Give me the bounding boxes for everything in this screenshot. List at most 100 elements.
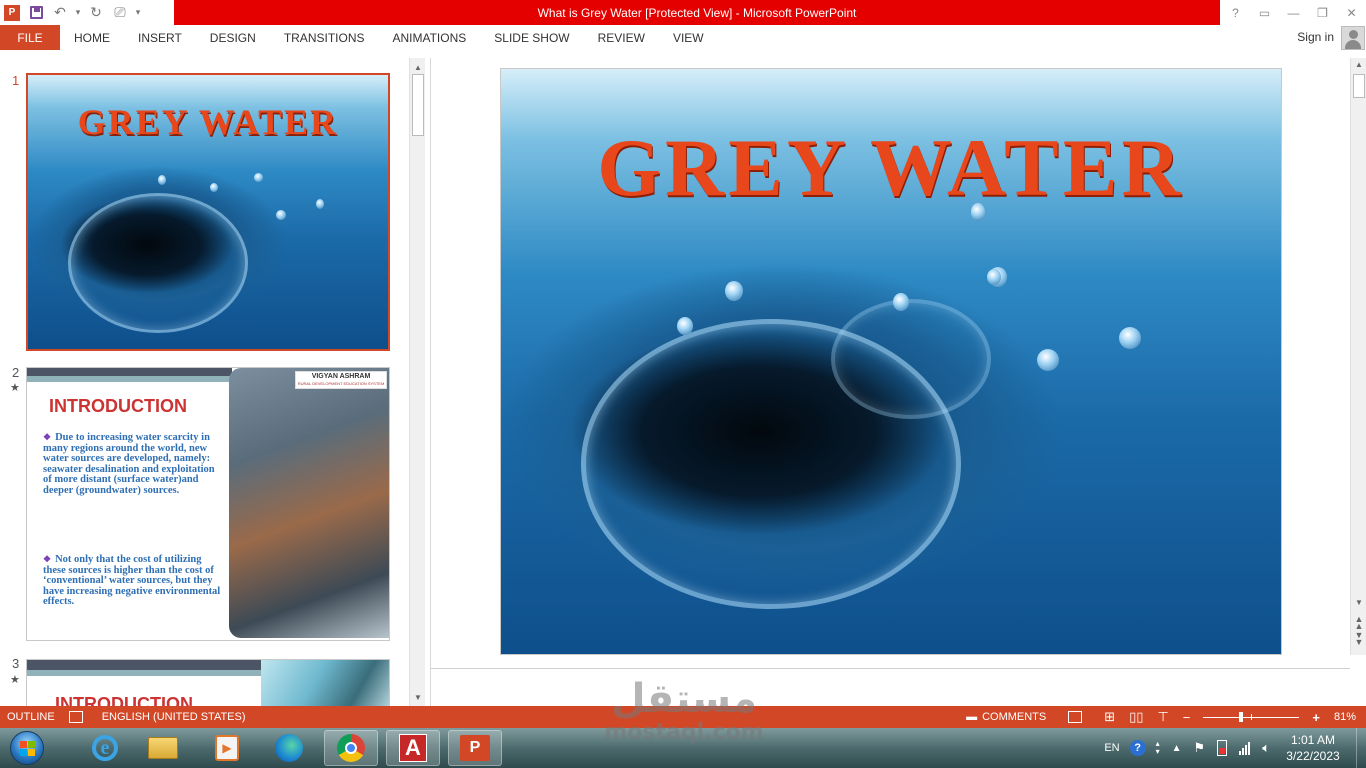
sign-in-link[interactable]: Sign in <box>1297 30 1334 44</box>
tab-slide-show[interactable]: SLIDE SHOW <box>480 25 583 50</box>
header-bar-accent <box>27 376 232 382</box>
network-icon[interactable] <box>1239 741 1251 755</box>
reading-view-icon[interactable]: ▯▯ <box>1122 706 1150 728</box>
scrollbar-thumb[interactable] <box>1353 74 1365 98</box>
slide-title: GREY WATER <box>597 122 1185 213</box>
autocad-icon[interactable]: A <box>386 730 440 766</box>
scroll-down-icon[interactable]: ▼ <box>1351 598 1366 610</box>
status-bar: OUTLINE ENGLISH (UNITED STATES) ▬ COMMENT… <box>0 706 1366 728</box>
slide-sorter-icon[interactable]: ⊞ <box>1097 706 1122 728</box>
tab-home[interactable]: HOME <box>60 25 124 50</box>
outline-view-button[interactable]: OUTLINE <box>0 706 62 728</box>
tab-animations[interactable]: ANIMATIONS <box>378 25 480 50</box>
water-drop <box>1119 327 1141 349</box>
powerpoint-taskbar-icon[interactable]: P <box>448 730 502 766</box>
window-controls: ? ▭ — ❐ ✕ <box>1221 0 1366 25</box>
slide-heading: INTRODUCTION <box>49 396 187 416</box>
save-icon[interactable] <box>24 0 48 25</box>
spelling-check-icon[interactable] <box>62 706 95 728</box>
previous-slide-icon[interactable]: ▲ ▲ <box>1351 615 1366 631</box>
comments-label: COMMENTS <box>982 711 1047 723</box>
next-slide-icon[interactable]: ▼ ▼ <box>1351 631 1366 647</box>
close-icon[interactable]: ✕ <box>1337 0 1366 25</box>
slide-thumbnail-3[interactable]: INTRODUCTION <box>26 659 390 706</box>
scroll-up-icon[interactable]: ▲ <box>1351 60 1366 72</box>
chrome-icon[interactable] <box>324 730 378 766</box>
tab-insert[interactable]: INSERT <box>124 25 196 50</box>
volume-icon[interactable]: 🔈︎ <box>1262 740 1270 756</box>
water-drop <box>893 293 909 311</box>
show-hidden-icons[interactable]: ▲ <box>1172 743 1182 754</box>
system-clock[interactable]: 1:01 AM 3/22/2023 <box>1276 732 1350 764</box>
window-title: What is Grey Water [Protected View] - Mi… <box>174 0 1220 25</box>
slide-thumbnail-2[interactable]: VIGYAN ASHRAM RURAL DEVELOPMENT EDUCATIO… <box>26 367 390 641</box>
comment-icon: ▬ <box>966 711 978 723</box>
start-button[interactable] <box>4 729 50 767</box>
normal-view-icon[interactable] <box>1053 706 1097 728</box>
minimize-icon[interactable]: — <box>1279 0 1308 25</box>
tab-design[interactable]: DESIGN <box>196 25 270 50</box>
battery-icon[interactable] <box>1217 740 1228 756</box>
action-center-flag-icon[interactable]: ⚑ <box>1194 740 1206 756</box>
slide-scrollbar[interactable]: ▲ ▼ ▲ ▲ ▼ ▼ <box>1350 58 1366 655</box>
main-slide[interactable]: GREY WATER <box>500 68 1282 655</box>
help-icon[interactable]: ? <box>1221 0 1250 25</box>
media-player-icon[interactable]: ▶ <box>200 730 254 766</box>
clock-date: 3/22/2023 <box>1286 749 1340 763</box>
ribbon-display-options-icon[interactable]: ▭ <box>1250 0 1279 25</box>
diamond-bullet-icon: ❖ <box>43 432 52 442</box>
undo-dropdown-icon[interactable]: ▾ <box>72 0 84 25</box>
language-indicator[interactable]: ENGLISH (UNITED STATES) <box>95 706 253 728</box>
customize-toolbar-icon[interactable]: ▾ <box>132 0 144 25</box>
animation-star-icon: ★ <box>10 674 20 686</box>
language-bar-options-icon[interactable]: ▴ ▾ <box>1156 740 1160 756</box>
help-tray-icon[interactable]: ? <box>1129 740 1146 756</box>
redo-icon[interactable]: ↻ <box>84 0 108 25</box>
internet-explorer-icon[interactable]: e <box>78 730 132 766</box>
proofing-icon <box>68 711 83 723</box>
water-drop <box>254 173 263 182</box>
zoom-slider[interactable] <box>1203 711 1300 722</box>
zoom-slider-center-tick <box>1251 713 1253 720</box>
zoom-out-button[interactable]: − <box>1176 706 1198 728</box>
tab-review[interactable]: REVIEW <box>584 25 659 50</box>
zoom-slider-thumb[interactable] <box>1239 711 1244 722</box>
water-drop <box>276 210 286 220</box>
scrollbar-thumb[interactable] <box>412 74 424 136</box>
water-drop <box>316 199 324 209</box>
windows-logo-icon <box>10 731 44 765</box>
start-from-beginning-icon[interactable]: ⎚ <box>108 0 132 25</box>
zoom-in-button[interactable]: + <box>1305 706 1327 728</box>
tab-transitions[interactable]: TRANSITIONS <box>270 25 379 50</box>
user-avatar-icon[interactable] <box>1341 26 1365 50</box>
tab-file[interactable]: FILE <box>0 25 60 50</box>
edge-icon[interactable] <box>262 730 316 766</box>
bullet-2: ❖ Not only that the cost of utilizing the… <box>43 554 221 608</box>
system-tray: EN ? ▴ ▾ ▲ ⚑ 🔈︎ 1:01 AM 3/22/2023 <box>1098 728 1366 768</box>
show-desktop-button[interactable] <box>1356 728 1366 768</box>
tab-view[interactable]: VIEW <box>659 25 718 50</box>
maximize-icon[interactable]: ❐ <box>1308 0 1337 25</box>
quick-access-toolbar: P ↶ ▾ ↻ ⎚ ▾ <box>0 0 144 25</box>
normal-view-glyph <box>1068 711 1083 723</box>
scroll-up-icon[interactable]: ▲ <box>410 60 426 74</box>
water-drop <box>210 183 218 192</box>
undo-icon[interactable]: ↶ <box>48 0 72 25</box>
powerpoint-app-icon[interactable]: P <box>0 0 24 25</box>
bullet-1-text: Due to increasing water scarcity in many… <box>43 432 215 496</box>
header-bar <box>27 368 232 376</box>
zoom-level[interactable]: 81% <box>1327 706 1366 728</box>
slide-heading: INTRODUCTION <box>55 694 193 706</box>
input-language[interactable]: EN <box>1098 742 1125 754</box>
slide-sorter-glyph: ⊞ <box>1104 709 1116 724</box>
slide-thumbnail-1[interactable]: GREY WATER <box>26 73 390 351</box>
water-drop <box>158 175 166 185</box>
scroll-down-icon[interactable]: ▼ <box>410 690 426 704</box>
thumbnail-scrollbar[interactable]: ▲ ▼ <box>409 58 425 706</box>
file-explorer-icon[interactable] <box>136 730 190 766</box>
water-drop <box>987 269 1001 285</box>
hands-water-photo <box>261 660 389 706</box>
slide-show-icon[interactable]: ⊤ <box>1150 706 1175 728</box>
notes-pane-divider[interactable] <box>431 668 1350 669</box>
comments-button[interactable]: ▬ COMMENTS <box>959 706 1053 728</box>
